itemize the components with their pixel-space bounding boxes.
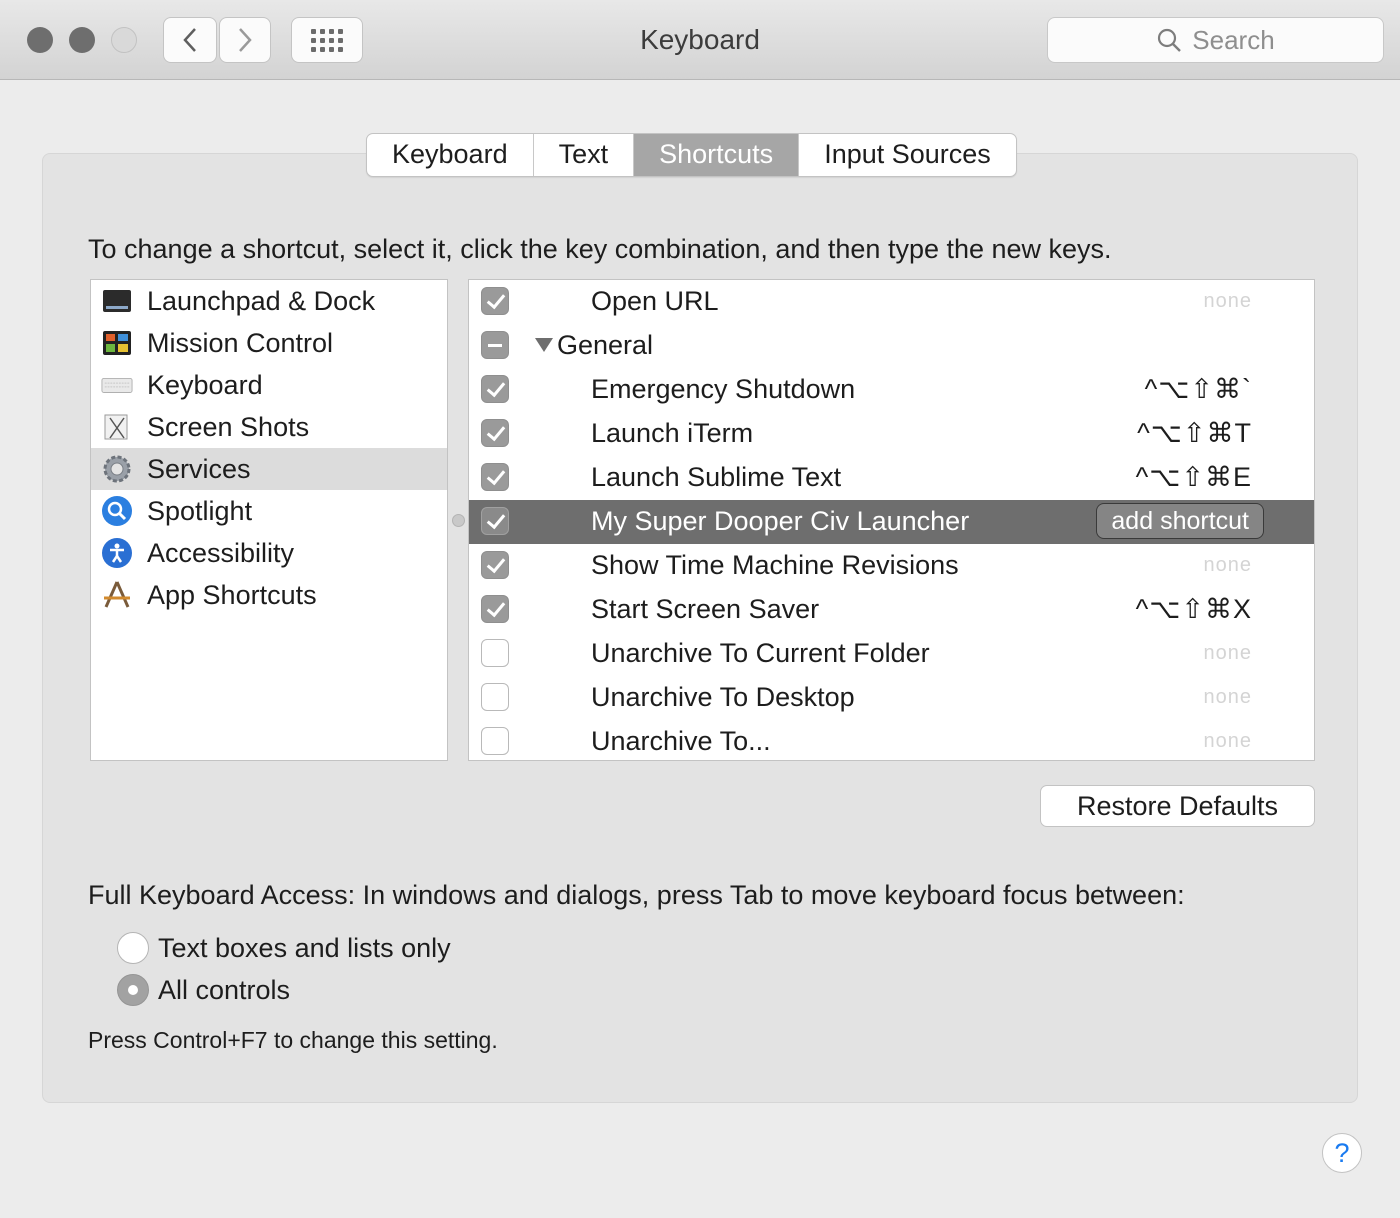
shortcut-checkbox[interactable] (481, 375, 509, 403)
shortcut-keys[interactable]: none (1204, 678, 1253, 716)
shortcut-keys[interactable]: ^⌥⇧⌘E (1136, 458, 1252, 496)
search-field[interactable]: Search (1047, 17, 1384, 63)
shortcut-row-unarchive-current-folder[interactable]: Unarchive To Current Folder none (469, 632, 1314, 676)
search-icon (1158, 28, 1182, 52)
shortcut-checkbox[interactable] (481, 419, 509, 447)
shortcut-checkbox[interactable] (481, 727, 509, 755)
tab-text[interactable]: Text (534, 134, 635, 176)
shortcut-name: My Super Dooper Civ Launcher (591, 506, 970, 536)
app-shortcuts-icon (101, 579, 133, 611)
radio-label-text-boxes-only[interactable]: Text boxes and lists only (158, 933, 451, 964)
shortcut-name: Start Screen Saver (591, 594, 820, 624)
shortcut-row-time-machine[interactable]: Show Time Machine Revisions none (469, 544, 1314, 588)
group-checkbox[interactable] (481, 331, 509, 359)
shortcut-checkbox[interactable] (481, 463, 509, 491)
keyboard-access-hint: Press Control+F7 to change this setting. (88, 1027, 498, 1053)
shortcut-keys[interactable]: none (1204, 282, 1253, 320)
help-button[interactable]: ? (1322, 1133, 1362, 1173)
category-launchpad-dock[interactable]: Launchpad & Dock (91, 280, 447, 322)
shortcut-checkbox[interactable] (481, 551, 509, 579)
radio-all-controls[interactable] (117, 974, 149, 1006)
launchpad-dock-icon (101, 285, 133, 317)
title-bar: Keyboard Search (0, 0, 1400, 80)
screen-shots-icon (101, 411, 133, 443)
split-view-handle[interactable] (452, 514, 465, 527)
shortcut-list[interactable]: Open URL none General Emergency Shutdown… (468, 279, 1315, 761)
search-placeholder: Search (1192, 24, 1275, 55)
category-accessibility[interactable]: Accessibility (91, 532, 447, 574)
category-services[interactable]: Services (91, 448, 447, 490)
instructions-text: To change a shortcut, select it, click t… (88, 234, 1112, 264)
spotlight-icon (101, 495, 133, 527)
restore-defaults-button[interactable]: Restore Defaults (1040, 785, 1315, 827)
shortcut-checkbox[interactable] (481, 683, 509, 711)
accessibility-icon (101, 537, 133, 569)
shortcut-name: Launch Sublime Text (591, 462, 842, 492)
disclosure-triangle-icon[interactable] (535, 338, 553, 352)
shortcut-keys[interactable]: none (1204, 546, 1253, 584)
shortcut-name: Show Time Machine Revisions (591, 550, 959, 580)
shortcut-keys[interactable]: none (1204, 722, 1253, 760)
full-keyboard-access-label: Full Keyboard Access: In windows and dia… (88, 880, 1185, 910)
shortcut-row-open-url[interactable]: Open URL none (469, 280, 1314, 324)
category-label: App Shortcuts (147, 579, 317, 610)
category-label: Screen Shots (147, 411, 310, 442)
category-mission-control[interactable]: Mission Control (91, 322, 447, 364)
tab-bar: Keyboard Text Shortcuts Input Sources (366, 133, 1017, 177)
shortcut-name: Launch iTerm (591, 418, 754, 448)
category-list[interactable]: Launchpad & Dock Mission Control Keyboar… (90, 279, 448, 761)
add-shortcut-button[interactable]: add shortcut (1096, 503, 1264, 539)
shortcut-checkbox[interactable] (481, 639, 509, 667)
tab-input-sources[interactable]: Input Sources (799, 134, 1016, 176)
tab-shortcuts[interactable]: Shortcuts (634, 134, 800, 176)
radio-label-all-controls[interactable]: All controls (158, 975, 290, 1006)
category-label: Launchpad & Dock (147, 285, 376, 316)
shortcut-name: Open URL (591, 286, 719, 316)
mission-control-icon (101, 327, 133, 359)
shortcut-row-launch-sublime-text[interactable]: Launch Sublime Text ^⌥⇧⌘E (469, 456, 1314, 500)
shortcut-row-emergency-shutdown[interactable]: Emergency Shutdown ^⌥⇧⌘` (469, 368, 1314, 412)
category-keyboard[interactable]: Keyboard (91, 364, 447, 406)
group-name: General (557, 330, 654, 360)
tab-keyboard[interactable]: Keyboard (367, 134, 534, 176)
shortcut-name: Emergency Shutdown (591, 374, 856, 404)
shortcut-checkbox[interactable] (481, 507, 509, 535)
shortcut-keys[interactable]: ^⌥⇧⌘` (1145, 370, 1252, 408)
shortcut-name: Unarchive To Current Folder (591, 638, 930, 668)
category-screen-shots[interactable]: Screen Shots (91, 406, 447, 448)
gear-icon (101, 453, 133, 485)
category-app-shortcuts[interactable]: App Shortcuts (91, 574, 447, 616)
category-label: Services (147, 453, 251, 484)
category-spotlight[interactable]: Spotlight (91, 490, 447, 532)
shortcut-name: Unarchive To... (591, 726, 771, 756)
category-label: Accessibility (147, 537, 295, 568)
category-label: Keyboard (147, 369, 263, 400)
shortcut-row-civ-launcher[interactable]: My Super Dooper Civ Launcher add shortcu… (469, 500, 1314, 544)
shortcut-checkbox[interactable] (481, 595, 509, 623)
shortcut-row-start-screen-saver[interactable]: Start Screen Saver ^⌥⇧⌘X (469, 588, 1314, 632)
shortcut-row-unarchive-desktop[interactable]: Unarchive To Desktop none (469, 676, 1314, 720)
shortcut-name: Unarchive To Desktop (591, 682, 855, 712)
keyboard-icon (101, 369, 133, 401)
shortcut-keys[interactable]: ^⌥⇧⌘X (1136, 590, 1252, 628)
radio-text-boxes-only[interactable] (117, 932, 149, 964)
shortcut-keys[interactable]: ^⌥⇧⌘T (1137, 414, 1252, 452)
shortcut-group-general[interactable]: General (469, 324, 1314, 368)
shortcut-keys[interactable]: none (1204, 634, 1253, 672)
shortcut-checkbox[interactable] (481, 287, 509, 315)
category-label: Mission Control (147, 327, 334, 358)
shortcut-row-launch-iterm[interactable]: Launch iTerm ^⌥⇧⌘T (469, 412, 1314, 456)
category-label: Spotlight (147, 495, 253, 526)
shortcut-row-unarchive-to[interactable]: Unarchive To... none (469, 720, 1314, 760)
